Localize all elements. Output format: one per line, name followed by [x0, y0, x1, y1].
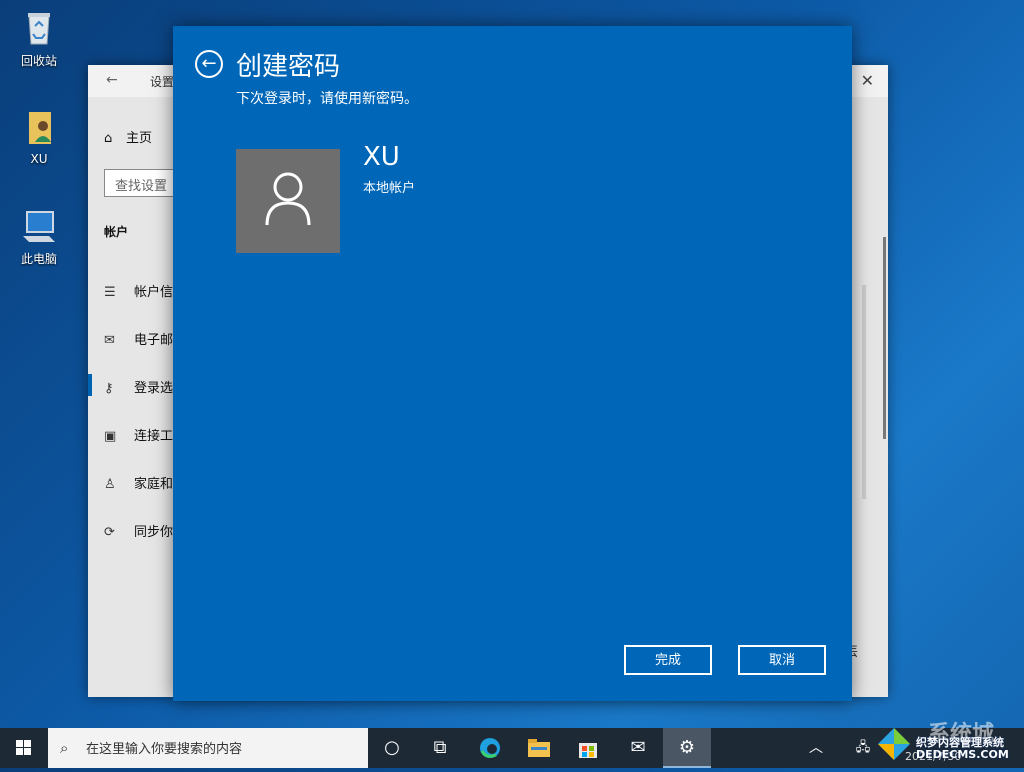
start-button[interactable]	[0, 728, 48, 768]
create-password-dialog: ← 创建密码 下次登录时，请使用新密码。 XU 本地帐户 完成 取消	[173, 26, 852, 701]
briefcase-icon: ▣	[104, 429, 117, 444]
desktop-icon-label: 此电脑	[20, 252, 57, 266]
cancel-button[interactable]: 取消	[738, 645, 826, 675]
taskbar: ⌕ 在这里输入你要搜索的内容 ○ ⧉ ✉ ⚙ ︿ 🖧 2021/7/30	[0, 728, 1024, 768]
settings-gear-icon[interactable]: ⚙	[663, 728, 711, 768]
content-panel-edge	[862, 285, 866, 499]
user-name: XU	[363, 142, 400, 172]
file-explorer-icon[interactable]	[515, 728, 563, 768]
add-person-icon: ♙	[104, 477, 116, 492]
store-icon[interactable]	[564, 728, 612, 768]
desktop-icon-label: 回收站	[20, 54, 57, 68]
nav-item-label: 电子邮	[134, 333, 174, 348]
avatar	[236, 149, 340, 253]
active-indicator	[88, 374, 92, 396]
cortana-icon[interactable]: ○	[368, 728, 416, 768]
user-folder-icon	[19, 108, 59, 148]
desktop-icon-recycle-bin[interactable]: 回收站	[8, 8, 70, 69]
chevron-up-icon[interactable]: ︿	[806, 728, 826, 768]
nav-item-label: 同步你	[134, 525, 174, 540]
taskbar-search-input[interactable]: ⌕ 在这里输入你要搜索的内容	[48, 728, 368, 768]
nav-item-label: 登录选	[134, 381, 174, 396]
account-type: 本地帐户	[363, 181, 416, 196]
section-title: 帐户	[104, 225, 129, 239]
back-arrow-icon[interactable]: ←	[106, 72, 118, 88]
nav-item-label: 帐户信	[134, 285, 174, 300]
taskbar-search-placeholder: 在这里输入你要搜索的内容	[86, 742, 243, 757]
nav-item-label: 家庭和	[134, 477, 174, 492]
sync-icon: ⟳	[104, 525, 115, 540]
account-info-icon: ☰	[104, 285, 116, 300]
scrollbar[interactable]	[883, 237, 886, 439]
edge-browser-icon[interactable]	[466, 728, 514, 768]
watermark-bottom-text: DEDECMS.COM	[916, 748, 1009, 761]
home-icon: ⌂	[104, 131, 113, 146]
desktop-icon-user-folder[interactable]: XU	[8, 108, 70, 166]
mail-icon: ✉	[104, 333, 115, 348]
close-icon[interactable]: ✕	[861, 71, 874, 90]
desktop-icon-this-pc[interactable]: 此电脑	[8, 206, 70, 267]
settings-title: 设置	[150, 75, 175, 89]
search-icon: ⌕	[60, 739, 69, 757]
user-icon	[265, 172, 311, 226]
back-arrow-icon[interactable]: ←	[195, 50, 223, 78]
computer-icon	[19, 206, 59, 246]
desktop-icon-label: XU	[30, 152, 48, 166]
nav-home-label: 主页	[126, 131, 153, 146]
dialog-title: 创建密码	[236, 52, 341, 82]
dialog-subtitle: 下次登录时，请使用新密码。	[236, 91, 418, 107]
windows-logo-icon	[16, 740, 31, 755]
nav-item-label: 连接工	[134, 429, 174, 444]
watermark-logo-icon	[878, 728, 910, 760]
done-button[interactable]: 完成	[624, 645, 712, 675]
mail-app-icon[interactable]: ✉	[614, 728, 662, 768]
recycle-bin-icon	[19, 8, 59, 48]
task-view-icon[interactable]: ⧉	[416, 728, 464, 768]
network-icon[interactable]: 🖧	[853, 728, 873, 768]
watermark: 系统城 织梦内容管理系统 DEDECMS.COM	[872, 716, 1024, 768]
nav-home[interactable]: ⌂ 主页	[104, 127, 152, 146]
key-icon: ⚷	[104, 381, 114, 396]
